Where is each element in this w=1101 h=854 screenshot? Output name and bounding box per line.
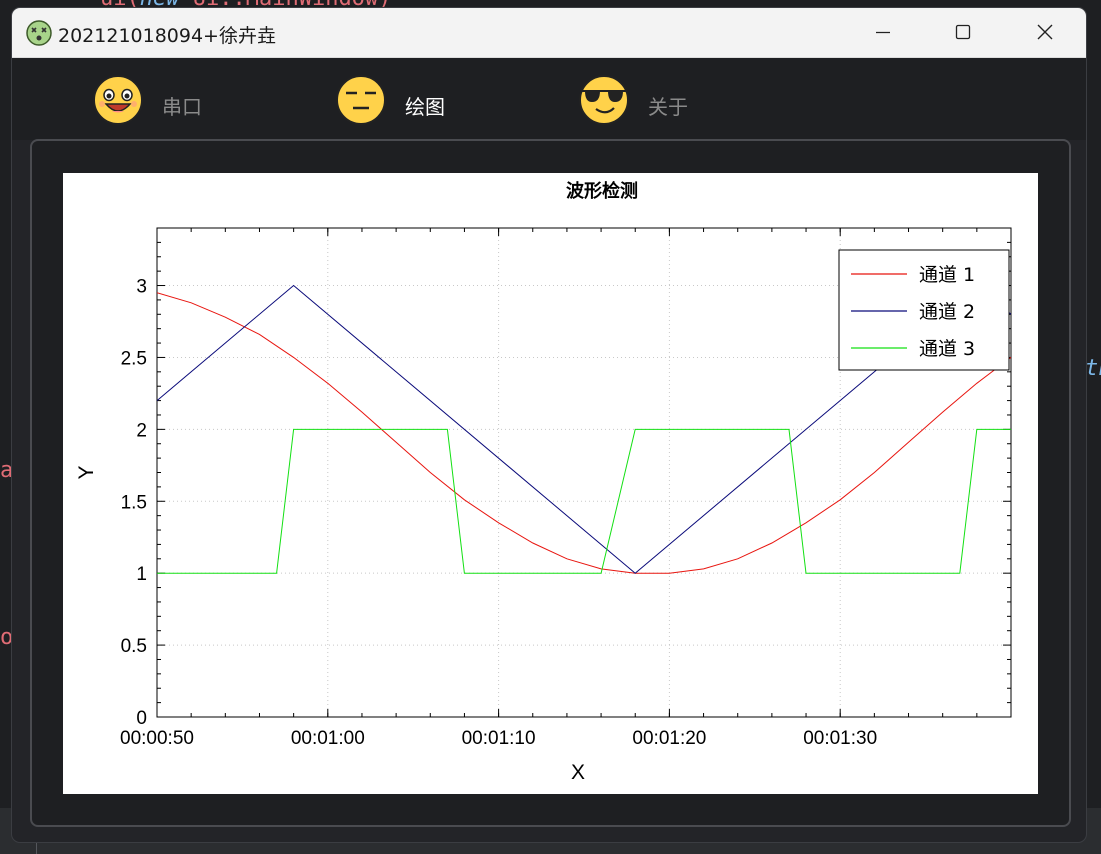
x-tick-label: 00:01:10 (462, 728, 536, 749)
main-window: 202121018094+徐卉垚 串口 绘图 关于 波形检测 0 0.5 1 1… (12, 8, 1086, 842)
y-tick-label: 1 (136, 564, 147, 585)
sunglasses-face-icon (579, 75, 629, 125)
y-tick-label: 2 (136, 420, 147, 441)
background-code-fragment: th (1085, 356, 1101, 381)
tab-about[interactable]: 关于 (578, 58, 818, 140)
waveform-chart[interactable]: 波形检测 0 0.5 1 1.5 2 2.5 3 00:00:50 00:01:00 00:01:1… (63, 173, 1038, 794)
maximize-icon (955, 24, 971, 40)
chart-canvas: 波形检测 0 0.5 1 1.5 2 2.5 3 00:00:50 00:01:00 00:01:1… (75, 180, 1012, 784)
y-tick-label: 1.5 (121, 492, 147, 513)
tab-label: 串口 (162, 95, 202, 119)
grinning-face-icon (93, 75, 143, 125)
maximize-button[interactable] (934, 8, 992, 57)
y-tick-label: 0.5 (121, 636, 147, 657)
tab-bar: 串口 绘图 关于 (12, 58, 1086, 186)
minimize-icon (876, 31, 890, 34)
x-tick-label: 00:01:00 (291, 728, 365, 749)
x-axis-label: X (571, 761, 585, 784)
minimize-button[interactable] (854, 8, 912, 57)
x-tick-label: 00:01:20 (632, 728, 706, 749)
tab-label: 关于 (648, 95, 688, 119)
plot-panel: 波形检测 0 0.5 1 1.5 2 2.5 3 00:00:50 00:01:00 00:01:1… (30, 139, 1071, 827)
window-title: 202121018094+徐卉垚 (58, 25, 276, 47)
x-tick-label: 00:00:50 (120, 728, 194, 749)
series-line-channel-3 (157, 428, 1011, 574)
tab-plotting[interactable]: 绘图 (335, 58, 575, 140)
legend-label: 通道 1 (919, 264, 975, 286)
y-axis-label: Y (75, 465, 98, 479)
expressionless-face-icon (336, 75, 386, 125)
tab-serial-port[interactable]: 串口 (92, 58, 332, 140)
dizzy-face-icon (26, 20, 52, 46)
title-bar[interactable]: 202121018094+徐卉垚 (12, 8, 1086, 58)
tab-label: 绘图 (405, 95, 445, 119)
y-tick-label: 2.5 (121, 348, 147, 369)
close-button[interactable] (1016, 8, 1074, 57)
legend-label: 通道 2 (919, 301, 975, 323)
chart-title: 波形检测 (566, 180, 638, 202)
close-icon (1037, 24, 1053, 40)
x-tick-label: 00:01:30 (803, 728, 877, 749)
y-tick-label: 3 (136, 277, 147, 298)
y-tick-label: 0 (136, 708, 147, 729)
legend-label: 通道 3 (919, 338, 975, 360)
